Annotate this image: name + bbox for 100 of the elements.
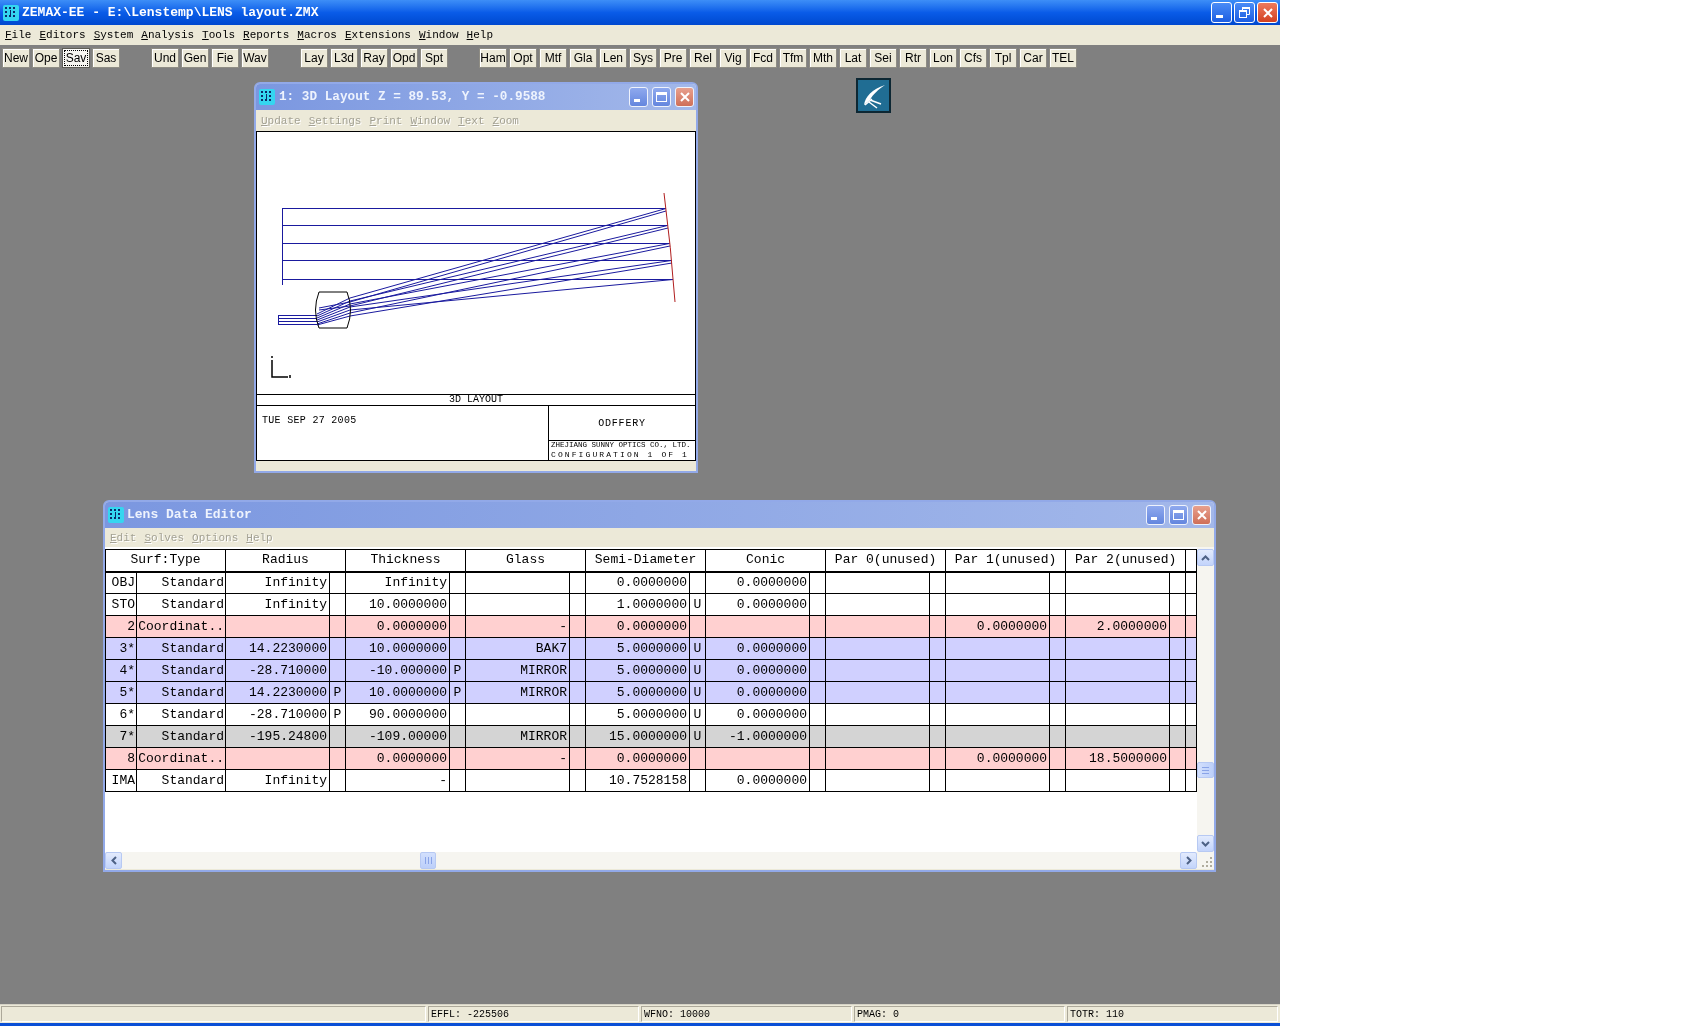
toolbar-button[interactable]: Sav: [62, 47, 90, 68]
menu-item[interactable]: Help: [462, 28, 498, 42]
toolbar-button[interactable]: Vig: [719, 47, 747, 68]
scroll-up-button[interactable]: [1197, 549, 1214, 566]
toolbar-button[interactable]: Lay: [300, 47, 328, 68]
toolbar-button[interactable]: Spt: [420, 47, 448, 68]
toolbar-button[interactable]: Fie: [211, 47, 239, 68]
toolbar-button[interactable]: Tpl: [989, 47, 1017, 68]
table-row[interactable]: 3* Standard 14.2230000 10.0000000 BAK7 5.0000000 U 0.0000000: [105, 637, 1197, 660]
column-header: Glass: [465, 549, 586, 572]
toolbar-button[interactable]: Lon: [929, 47, 957, 68]
toolbar-button[interactable]: Gla: [569, 47, 597, 68]
toolbar-button[interactable]: Und: [151, 47, 179, 68]
toolbar-button[interactable]: Sas: [92, 47, 120, 68]
toolbar-button[interactable]: Mth: [809, 47, 837, 68]
horizontal-scrollbar[interactable]: [105, 852, 1197, 869]
table-cell: -10.000000: [345, 659, 450, 682]
menu-item[interactable]: Tools: [198, 28, 240, 42]
table-cell: 0.0000000: [705, 571, 810, 594]
toolbar-button[interactable]: Car: [1019, 47, 1047, 68]
menu-item[interactable]: Window: [415, 28, 463, 42]
toolbar-button[interactable]: Lat: [839, 47, 867, 68]
table-cell: 0.0000000: [705, 681, 810, 704]
dotted-tile-icon[interactable]: [259, 89, 275, 105]
table-cell: 5.0000000: [585, 637, 690, 660]
scroll-right-button[interactable]: [1180, 852, 1197, 869]
menu-item[interactable]: System: [89, 28, 138, 42]
table-row[interactable]: 8 Coordinat.. 0.0000000 - 0.0000000 0.0000000 18.5000000: [105, 747, 1197, 770]
table-cell: MIRROR: [465, 681, 570, 704]
chevron-left-icon: [110, 856, 117, 865]
status-field: EFFL: -225506: [428, 1006, 639, 1022]
chevron-right-icon: [1185, 856, 1192, 865]
toolbar-button[interactable]: Sei: [869, 47, 897, 68]
column-header: Thickness: [345, 549, 466, 572]
toolbar-button[interactable]: Cfs: [959, 47, 987, 68]
toolbar-button[interactable]: Opt: [509, 47, 537, 68]
toolbar-button[interactable]: Mtf: [539, 47, 567, 68]
scroll-down-button[interactable]: [1197, 835, 1214, 852]
scroll-left-button[interactable]: [105, 852, 122, 869]
menu-item[interactable]: Macros: [293, 28, 341, 42]
configuration-label: CONFIGURATION 1 OF 1: [551, 450, 689, 459]
surface-number-cell: OBJ: [105, 571, 137, 594]
toolbar-button[interactable]: L3d: [330, 47, 358, 68]
solve-cell: U: [689, 703, 706, 726]
toolbar-button[interactable]: TEL: [1049, 47, 1077, 68]
toolbar-button[interactable]: Opd: [390, 47, 418, 68]
toolbar-button[interactable]: Rel: [689, 47, 717, 68]
table-cell: Standard: [136, 571, 226, 594]
toolbar-button[interactable]: Ham: [479, 47, 507, 68]
table-cell: 0.0000000: [345, 747, 450, 770]
menu-item[interactable]: Analysis: [137, 28, 199, 42]
table-cell: Standard: [136, 659, 226, 682]
minimize-button[interactable]: [1146, 505, 1165, 525]
vertical-scrollbar[interactable]: [1197, 547, 1214, 852]
toolbar-button[interactable]: Wav: [241, 47, 269, 68]
restore-button[interactable]: [1234, 2, 1255, 23]
table-cell: -: [465, 747, 570, 770]
menu-item[interactable]: Reports: [239, 28, 294, 42]
toolbar-button[interactable]: Rtr: [899, 47, 927, 68]
toolbar-button[interactable]: Sys: [629, 47, 657, 68]
scrollbar-thumb[interactable]: [420, 852, 436, 869]
toolbar-button[interactable]: Tfm: [779, 47, 807, 68]
table-row[interactable]: OBJ Standard Infinity Infinity 0.0000000 0.0000000: [105, 571, 1197, 594]
menu-item[interactable]: File: [1, 28, 36, 42]
maximize-button[interactable]: [652, 87, 671, 107]
maximize-button[interactable]: [1169, 505, 1188, 525]
table-cell: MIRROR: [465, 659, 570, 682]
plot-title: 3D LAYOUT: [449, 395, 503, 405]
toolbar-button[interactable]: Pre: [659, 47, 687, 68]
toolbar-button[interactable]: Ray: [360, 47, 388, 68]
dotted-tile-icon[interactable]: [3, 4, 19, 21]
menu-item[interactable]: Extensions: [340, 28, 415, 42]
table-cell: 0.0000000: [585, 615, 690, 638]
toolbar-button[interactable]: New: [2, 47, 30, 68]
menu-item[interactable]: Editors: [35, 28, 90, 42]
toolbar-button[interactable]: Len: [599, 47, 627, 68]
toolbar-button[interactable]: Ope: [32, 47, 60, 68]
table-cell: 10.0000000: [345, 681, 450, 704]
table-cell: Standard: [136, 637, 226, 660]
resize-grip-icon[interactable]: [1202, 857, 1212, 867]
table-row[interactable]: IMA Standard Infinity - 10.7528158 0.0000000: [105, 769, 1197, 792]
close-button[interactable]: [1192, 505, 1211, 525]
table-cell: 10.0000000: [345, 637, 450, 660]
table-row[interactable]: 4* Standard -28.710000 -10.000000 P MIRROR 5.0000000 U 0.0000000: [105, 659, 1197, 682]
table-cell: -28.710000: [225, 703, 330, 726]
surface-number-cell: 4*: [105, 659, 137, 682]
table-row[interactable]: 7* Standard -195.24800 -109.00000 MIRROR 15.0000000 U -1.0000000: [105, 725, 1197, 748]
surface-number-cell: IMA: [105, 769, 137, 792]
table-row[interactable]: 6* Standard -28.710000 P 90.0000000 5.0000000 U 0.0000000: [105, 703, 1197, 726]
close-button[interactable]: [675, 87, 694, 107]
table-row[interactable]: STO Standard Infinity 10.0000000 1.0000000 U 0.0000000: [105, 593, 1197, 616]
table-cell: -1.0000000: [705, 725, 810, 748]
table-row[interactable]: 5* Standard 14.2230000 P 10.0000000 P MIRROR 5.0000000 U 0.0000000: [105, 681, 1197, 704]
scrollbar-thumb[interactable]: [1197, 762, 1214, 778]
minimize-button[interactable]: [629, 87, 648, 107]
table-cell: Standard: [136, 593, 226, 616]
toolbar-button[interactable]: Gen: [181, 47, 209, 68]
table-row[interactable]: 2 Coordinat.. 0.0000000 - 0.0000000 0.0000000 2.0000000: [105, 615, 1197, 638]
toolbar-button[interactable]: Fcd: [749, 47, 777, 68]
dotted-tile-icon[interactable]: [108, 507, 124, 523]
